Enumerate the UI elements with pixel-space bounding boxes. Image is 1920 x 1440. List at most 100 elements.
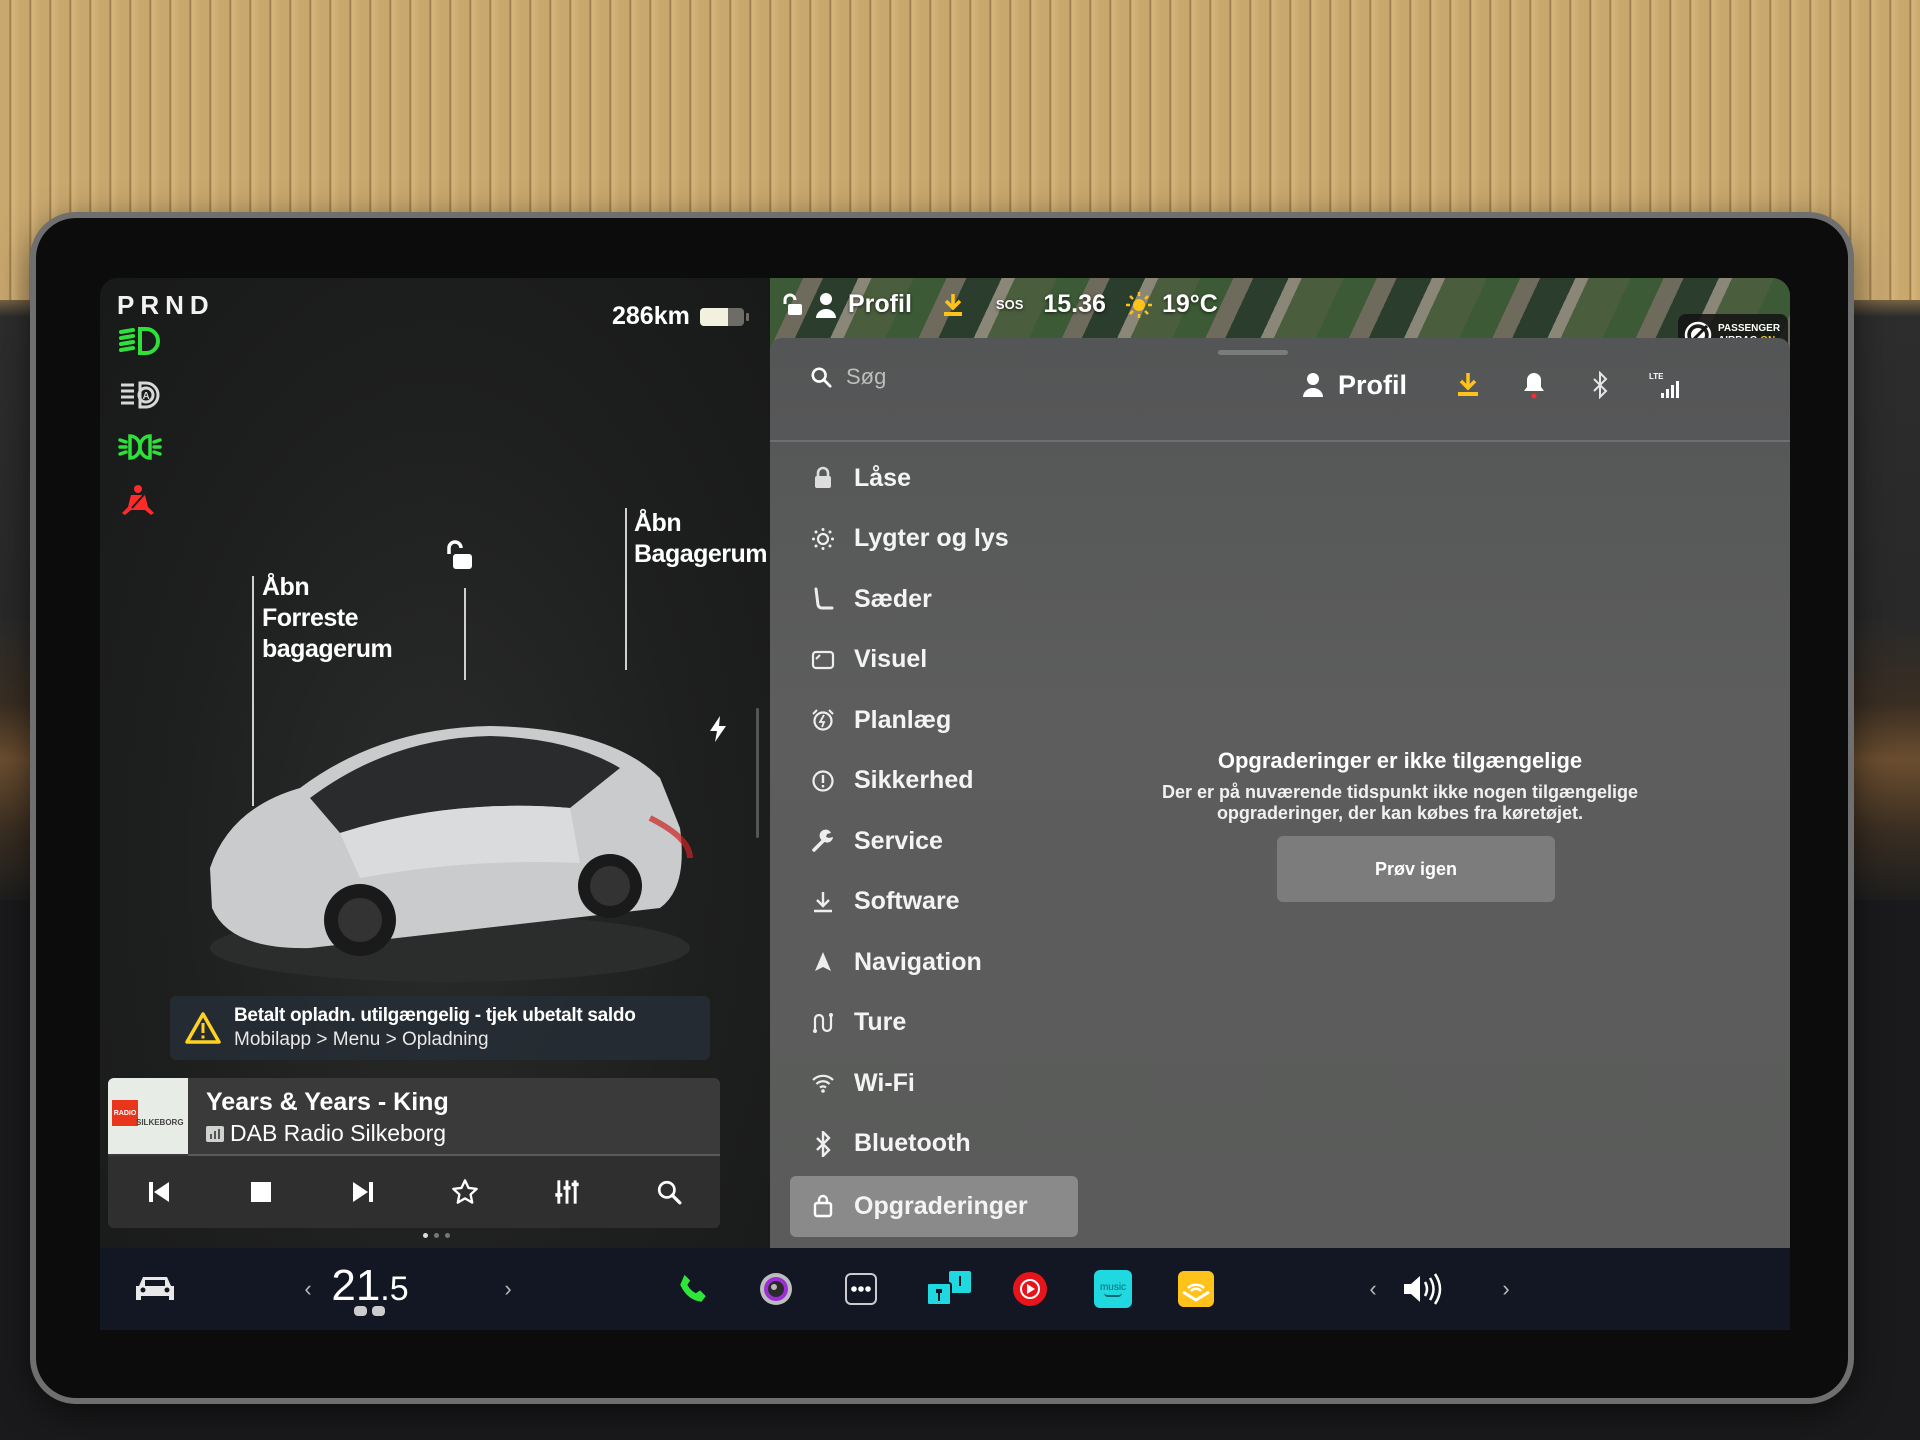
settings-menu-item-sikkerhed[interactable]: Sikkerhed — [790, 751, 1090, 812]
display-icon — [810, 647, 836, 673]
auto-high-beam-icon: A — [121, 381, 160, 409]
search-icon — [811, 367, 832, 388]
settings-menu-item-planlæg[interactable]: Planlæg — [790, 690, 1090, 751]
settings-panel: Søg Profil LTE Låse Lygter og lys Sæder Vis… — [770, 338, 1790, 1248]
next-track-button[interactable] — [343, 1172, 383, 1212]
outside-temperature: 19°C — [1161, 290, 1218, 318]
sos-label[interactable]: SOS — [996, 297, 1023, 312]
cellular-status[interactable]: LTE — [1649, 368, 1683, 402]
download-icon — [810, 889, 836, 915]
settings-menu-item-software[interactable]: Software — [790, 872, 1090, 933]
bell-icon — [1524, 373, 1545, 399]
settings-menu-item-sæder[interactable]: Sæder — [790, 569, 1090, 630]
more-apps-button[interactable] — [841, 1248, 881, 1330]
trips-icon — [810, 1010, 836, 1036]
range-text: 286km — [612, 302, 690, 330]
car-controls-button[interactable] — [130, 1248, 180, 1330]
settings-menu-item-opgraderinger[interactable]: Opgraderinger — [790, 1176, 1078, 1237]
previous-track-button[interactable] — [139, 1172, 179, 1212]
skip-next-icon — [353, 1182, 373, 1202]
more-icon — [845, 1273, 877, 1305]
settings-menu-item-låse[interactable]: Låse — [790, 448, 1090, 509]
youtube-music-app-button[interactable] — [1010, 1248, 1050, 1330]
track-title: Years & Years - King — [206, 1088, 449, 1116]
audible-app-button[interactable] — [1176, 1248, 1216, 1330]
settings-menu-item-visuel[interactable]: Visuel — [790, 630, 1090, 691]
charging-alert-banner[interactable]: Betalt opladn. utilgængelig - tjek ubeta… — [170, 996, 710, 1060]
favorite-button[interactable] — [445, 1172, 485, 1212]
temp-increase-button[interactable]: › — [498, 1248, 518, 1330]
settings-menu-item-lygter-og-lys[interactable]: Lygter og lys — [790, 509, 1090, 570]
gear-selector: PRND — [117, 290, 215, 320]
stop-icon — [251, 1182, 271, 1202]
upgrades-unavailable-message: Der er på nuværende tidspunkt ikke nogen… — [1060, 782, 1740, 824]
settings-menu-item-ture[interactable]: Ture — [790, 993, 1090, 1054]
equalizer-button[interactable] — [547, 1172, 587, 1212]
profile-button[interactable]: Profil — [1302, 370, 1407, 401]
temp-whole: 21 — [331, 1261, 381, 1310]
settings-menu-item-wi-fi[interactable]: Wi-Fi — [790, 1053, 1090, 1114]
menu-item-label: Wi-Fi — [854, 1068, 915, 1097]
retry-button[interactable]: Prøv igen — [1277, 836, 1555, 902]
menu-item-label: Lygter og lys — [854, 524, 1009, 553]
settings-menu-item-service[interactable]: Service — [790, 811, 1090, 872]
stop-button[interactable] — [241, 1172, 281, 1212]
volume-button[interactable] — [1398, 1248, 1448, 1330]
lock-status-icon[interactable] — [782, 293, 804, 317]
warning-triangle-icon — [185, 1012, 221, 1044]
star-icon — [452, 1179, 478, 1204]
media-page-indicator[interactable] — [423, 1233, 450, 1238]
phone-app-button[interactable] — [673, 1248, 713, 1330]
trunk-label-2: Bagagerum — [634, 540, 768, 568]
profile-label: Profil — [1338, 369, 1408, 400]
volume-down-button[interactable]: ‹ — [1363, 1248, 1383, 1330]
cabin-temperature[interactable]: 21.5 — [322, 1248, 418, 1330]
settings-menu-item-navigation[interactable]: Navigation — [790, 932, 1090, 993]
volume-up-button[interactable]: › — [1496, 1248, 1516, 1330]
unlocked-padlock-icon[interactable] — [444, 540, 474, 572]
menu-item-label: Visuel — [854, 645, 928, 674]
notifications-button[interactable] — [1517, 368, 1551, 402]
wrench-icon — [810, 828, 836, 854]
amazon-music-app-button[interactable]: music — [1093, 1248, 1133, 1330]
dab-source-icon — [206, 1125, 224, 1142]
lock-icon — [810, 465, 836, 491]
camera-app-button[interactable] — [756, 1248, 796, 1330]
media-controls — [108, 1156, 720, 1228]
amazon-music-label: music — [1099, 1281, 1127, 1293]
light-icon — [810, 526, 836, 552]
charge-port-icon[interactable] — [708, 716, 728, 742]
seat-heater-icon — [354, 1306, 385, 1316]
settings-menu-item-bluetooth[interactable]: Bluetooth — [790, 1114, 1090, 1175]
download-status-icon — [943, 293, 962, 316]
lte-signal-icon: LTE — [1649, 372, 1680, 398]
drag-handle[interactable] — [1218, 350, 1288, 355]
status-profile-label[interactable]: Profil — [848, 290, 912, 319]
trunk-label-1: Åbn — [634, 509, 682, 537]
frunk-label-2: Forreste — [262, 604, 359, 632]
software-update-button[interactable] — [1451, 368, 1485, 402]
settings-search[interactable]: Søg — [810, 364, 886, 390]
vehicle-model-image[interactable] — [190, 658, 710, 988]
album-art[interactable]: RADIO SILKEBORG — [108, 1078, 188, 1154]
bluetooth-status-button[interactable] — [1583, 368, 1617, 402]
clock: 15.36 — [1043, 290, 1106, 318]
menu-item-label: Navigation — [854, 947, 982, 976]
menu-item-label: Software — [854, 887, 960, 916]
touchscreen: PRND 286km A Åbn Forreste bagagerum Åbn … — [100, 278, 1790, 1330]
open-frunk-button[interactable]: Åbn Forreste bagagerum — [262, 572, 393, 665]
car-icon — [136, 1277, 174, 1300]
svg-text:A: A — [143, 391, 150, 402]
media-player: RADIO SILKEBORG Years & Years - King DAB… — [108, 1078, 720, 1228]
message-line-1: Der er på nuværende tidspunkt ikke nogen… — [1161, 782, 1639, 802]
menu-item-label: Bluetooth — [854, 1129, 971, 1158]
shopping-bag-icon — [810, 1193, 836, 1219]
media-search-button[interactable] — [649, 1172, 689, 1212]
temp-decrease-button[interactable]: ‹ — [298, 1248, 318, 1330]
toybox-icon — [926, 1271, 971, 1306]
station-row: DAB Radio Silkeborg — [206, 1120, 446, 1147]
settings-menu: Låse Lygter og lys Sæder Visuel Planlæg Sikke… — [790, 448, 1090, 1237]
toybox-app-button[interactable] — [924, 1248, 974, 1330]
open-trunk-button[interactable]: Åbn Bagagerum — [634, 508, 768, 570]
speaker-volume-icon — [1404, 1273, 1442, 1305]
